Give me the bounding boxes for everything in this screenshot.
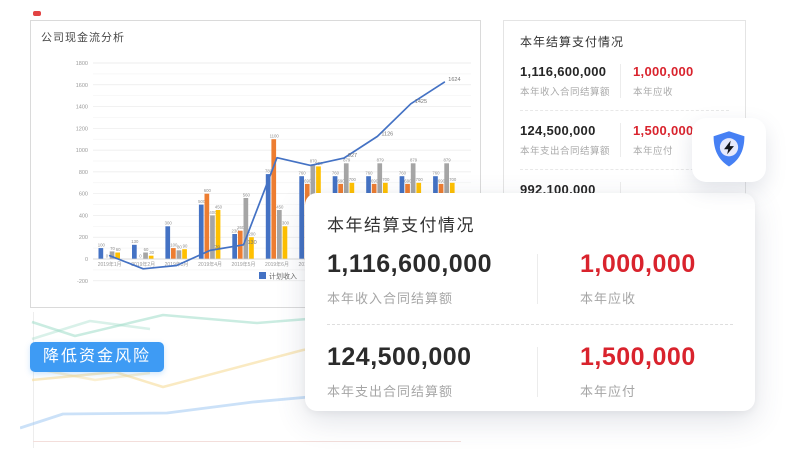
svg-text:200: 200 xyxy=(248,232,256,237)
svg-text:760: 760 xyxy=(432,171,440,176)
svg-text:计划收入: 计划收入 xyxy=(269,272,297,281)
expense-settlement-value: 124,500,000 xyxy=(520,123,620,138)
svg-text:1400: 1400 xyxy=(76,105,88,111)
dashed-divider xyxy=(327,324,733,325)
dashboard: 公司现金流分析 -2000200400600800100012001400160… xyxy=(0,0,792,459)
svg-text:879: 879 xyxy=(410,158,418,163)
svg-text:200: 200 xyxy=(79,235,88,241)
svg-text:1600: 1600 xyxy=(76,83,88,89)
svg-text:1000: 1000 xyxy=(76,148,88,154)
overlay-title: 本年结算支付情况 xyxy=(327,211,733,236)
svg-text:1425: 1425 xyxy=(415,99,427,105)
stats-panel-title: 本年结算支付情况 xyxy=(520,33,729,50)
overlay-expense-settlement-value: 124,500,000 xyxy=(327,343,537,372)
overlay-receivable-value: 1,000,000 xyxy=(580,250,733,279)
svg-text:1624: 1624 xyxy=(448,77,460,83)
svg-text:130: 130 xyxy=(131,239,139,244)
svg-text:300: 300 xyxy=(165,221,173,226)
svg-text:700: 700 xyxy=(349,177,357,182)
svg-text:0: 0 xyxy=(106,253,109,258)
svg-text:800: 800 xyxy=(79,170,88,176)
svg-text:2019年4月: 2019年4月 xyxy=(198,261,222,268)
settlement-overlay-card: 本年结算支付情况 1,116,600,000 本年收入合同结算额 1,000,0… xyxy=(305,193,755,411)
risk-badge[interactable]: 降低资金风险 xyxy=(30,342,164,372)
income-settlement-value: 1,116,600,000 xyxy=(520,64,620,79)
shield-lightning-icon xyxy=(707,128,751,172)
svg-text:90: 90 xyxy=(183,244,188,249)
svg-text:-200: -200 xyxy=(77,279,88,285)
svg-text:400: 400 xyxy=(79,213,88,219)
svg-text:100: 100 xyxy=(98,243,106,248)
overlay-payable-value: 1,500,000 xyxy=(580,343,733,372)
overlay-row-income: 1,116,600,000 本年收入合同结算额 1,000,000 本年应收 xyxy=(327,250,733,308)
security-shield-card[interactable] xyxy=(692,118,766,182)
svg-text:879: 879 xyxy=(444,158,452,163)
overlay-income-settlement-label: 本年收入合同结算额 xyxy=(327,288,537,307)
svg-text:700: 700 xyxy=(382,177,390,182)
receivable-label: 本年应收 xyxy=(633,84,729,98)
svg-text:600: 600 xyxy=(79,192,88,198)
svg-text:0: 0 xyxy=(85,257,88,263)
svg-text:70: 70 xyxy=(110,246,115,251)
overlay-expense-settlement-label: 本年支出合同结算额 xyxy=(327,381,537,400)
overlay-receivable-label: 本年应收 xyxy=(580,288,733,307)
receivable-value: 1,000,000 xyxy=(633,64,729,79)
svg-text:760: 760 xyxy=(299,171,307,176)
svg-text:30: 30 xyxy=(149,250,154,255)
svg-text:2019年1月: 2019年1月 xyxy=(98,261,122,268)
overlay-row-expense: 124,500,000 本年支出合同结算额 1,500,000 本年应付 xyxy=(327,343,733,401)
svg-text:80: 80 xyxy=(177,245,182,250)
svg-text:450: 450 xyxy=(276,204,284,209)
svg-text:450: 450 xyxy=(215,204,223,209)
svg-text:300: 300 xyxy=(282,221,290,226)
expense-settlement-label: 本年支出合同结算额 xyxy=(520,143,620,157)
svg-text:130: 130 xyxy=(248,240,257,246)
svg-text:1100: 1100 xyxy=(270,134,280,139)
svg-text:1200: 1200 xyxy=(76,126,88,132)
svg-text:760: 760 xyxy=(399,171,407,176)
svg-text:927: 927 xyxy=(348,153,357,159)
svg-text:879: 879 xyxy=(377,158,385,163)
svg-text:2019年2月: 2019年2月 xyxy=(131,261,155,268)
svg-text:700: 700 xyxy=(449,177,457,182)
overlay-income-settlement-value: 1,116,600,000 xyxy=(327,250,537,279)
income-settlement-label: 本年收入合同结算额 xyxy=(520,84,620,98)
svg-text:60: 60 xyxy=(116,247,121,252)
red-marker-dot xyxy=(33,11,41,16)
svg-text:1126: 1126 xyxy=(381,131,393,137)
svg-text:700: 700 xyxy=(416,177,424,182)
dashed-divider xyxy=(520,110,729,111)
svg-text:2019年6月: 2019年6月 xyxy=(265,261,289,268)
svg-text:560: 560 xyxy=(243,192,251,197)
svg-text:760: 760 xyxy=(365,171,373,176)
svg-text:600: 600 xyxy=(204,188,212,193)
svg-text:0: 0 xyxy=(139,253,142,258)
svg-text:79: 79 xyxy=(214,245,220,251)
svg-text:2019年5月: 2019年5月 xyxy=(232,261,256,268)
svg-text:1800: 1800 xyxy=(76,61,88,67)
svg-text:760: 760 xyxy=(332,171,340,176)
chart-title: 公司现金流分析 xyxy=(41,29,125,45)
overlay-payable-label: 本年应付 xyxy=(580,381,733,400)
stats-row-income: 1,116,600,000 本年收入合同结算额 1,000,000 本年应收 xyxy=(520,60,729,106)
svg-text:60: 60 xyxy=(144,247,149,252)
